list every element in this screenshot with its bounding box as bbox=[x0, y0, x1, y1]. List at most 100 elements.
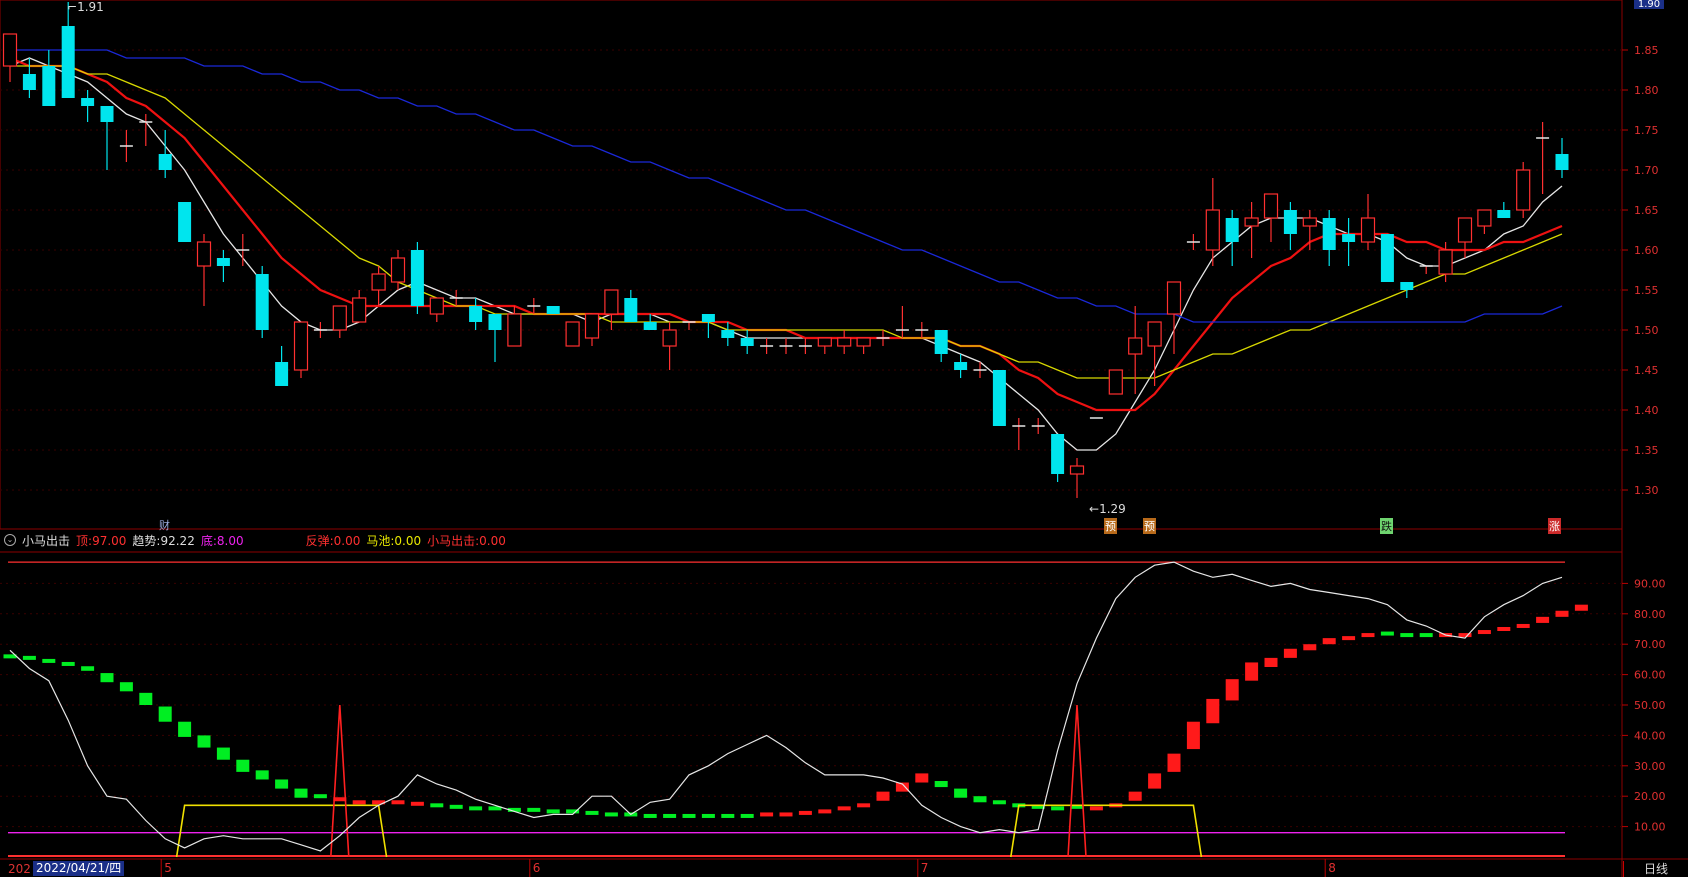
candle bbox=[682, 321, 696, 330]
param-rebound-value: 0.00 bbox=[333, 533, 361, 548]
candle bbox=[1516, 162, 1531, 218]
low-marker: ←1.29 bbox=[1089, 502, 1126, 516]
event-label-forecast-2[interactable]: 预 bbox=[1143, 518, 1156, 534]
candle bbox=[1012, 418, 1026, 450]
trend-block bbox=[449, 804, 463, 809]
trend-block bbox=[333, 797, 347, 802]
candle-body-down bbox=[934, 330, 948, 354]
candle-body-up bbox=[390, 257, 406, 283]
candle-body-down bbox=[701, 314, 715, 322]
candle-body-down bbox=[158, 154, 172, 170]
candle-body-down bbox=[100, 106, 114, 122]
candle bbox=[1302, 210, 1317, 250]
indicator-tick-label: 70.00 bbox=[1634, 638, 1666, 651]
param-bottom: 底:8.00 bbox=[201, 532, 244, 549]
price-tick-label: 1.35 bbox=[1634, 444, 1659, 457]
indicator-title[interactable]: 小马出击 bbox=[22, 532, 70, 549]
candle bbox=[565, 321, 580, 347]
candle-body-down bbox=[1400, 282, 1414, 290]
trend-block bbox=[876, 791, 890, 801]
candle bbox=[293, 321, 309, 378]
candle-body-down bbox=[1497, 210, 1511, 218]
indicator-tick-label: 40.00 bbox=[1634, 729, 1666, 742]
candle bbox=[817, 337, 832, 354]
candle-body-up bbox=[332, 305, 347, 331]
candle-body-up bbox=[1457, 217, 1473, 243]
price-panel-grid bbox=[0, 0, 1623, 877]
candle-body-up bbox=[1166, 281, 1182, 315]
param-top: 顶:97.00 bbox=[76, 532, 126, 549]
trend-block bbox=[236, 759, 250, 772]
trend-block bbox=[275, 779, 289, 789]
rebound-spike bbox=[330, 704, 350, 858]
candle bbox=[1555, 138, 1569, 178]
trend-block bbox=[119, 682, 133, 692]
candle-body-up bbox=[817, 337, 832, 347]
indicator-gridlines bbox=[0, 582, 1622, 828]
indicator-header: ⌄ 小马出击 顶:97.00 趋势:92.22 底:8.00 反弹:0.00 马… bbox=[4, 531, 506, 549]
candle-body-up bbox=[429, 297, 444, 315]
candle-body-up bbox=[856, 337, 871, 347]
trend-block bbox=[1225, 679, 1239, 701]
candle bbox=[1457, 217, 1473, 258]
trend-block bbox=[1342, 636, 1356, 641]
ma-blue-line bbox=[10, 49, 1563, 323]
candle bbox=[81, 90, 95, 122]
candle-body-down bbox=[1051, 434, 1065, 474]
indicator-series bbox=[3, 561, 1588, 858]
candle bbox=[973, 362, 987, 378]
period-label[interactable]: 日线 bbox=[1623, 861, 1688, 877]
current-price-box: 1.90 bbox=[1634, 0, 1664, 10]
candle-body-up bbox=[2, 33, 18, 67]
candle bbox=[1477, 209, 1492, 234]
candle bbox=[740, 330, 754, 354]
candle bbox=[1225, 210, 1239, 266]
param-attack-value: 0.00 bbox=[479, 533, 506, 548]
stock-chart[interactable]: 1.85 1.80 1.75 1.70 1.65 1.60 1.55 1.50 1.45 1.40… bbox=[0, 0, 1688, 877]
trend-block bbox=[954, 788, 968, 798]
candle-body-up bbox=[1128, 337, 1143, 355]
trend-block bbox=[255, 770, 269, 780]
trend-block bbox=[1497, 627, 1511, 631]
candle bbox=[1536, 122, 1550, 194]
event-label-forecast-1[interactable]: 预 bbox=[1104, 518, 1117, 534]
trend-block bbox=[1574, 604, 1588, 611]
event-label-fall[interactable]: 跌 bbox=[1380, 518, 1393, 534]
candle-body-down bbox=[1555, 154, 1569, 170]
price-tick-label: 1.50 bbox=[1634, 324, 1659, 337]
indicator-tick-label: 80.00 bbox=[1634, 608, 1666, 621]
candle bbox=[662, 322, 677, 370]
candle-body-down bbox=[216, 258, 230, 266]
trend-block bbox=[1167, 753, 1181, 772]
trend-block bbox=[42, 658, 56, 663]
candle-body-up bbox=[293, 321, 309, 371]
candle-body-down bbox=[410, 250, 424, 306]
candle-body-up bbox=[565, 321, 580, 347]
candle bbox=[1400, 282, 1414, 298]
candle-body-down bbox=[643, 322, 657, 330]
trend-block bbox=[430, 803, 444, 808]
candle bbox=[158, 130, 172, 178]
indicator-collapse-icon[interactable]: ⌄ bbox=[4, 534, 16, 546]
candle-body-up bbox=[1360, 217, 1376, 243]
indicator-tick-label: 50.00 bbox=[1634, 699, 1666, 712]
trend-block bbox=[701, 813, 715, 818]
candle-body-up bbox=[1302, 217, 1317, 227]
trend-block bbox=[1380, 631, 1394, 636]
candle bbox=[701, 314, 715, 338]
candle bbox=[584, 313, 600, 346]
trend-block bbox=[61, 661, 75, 666]
trend-block bbox=[216, 747, 230, 760]
indicator-tick-label: 90.00 bbox=[1634, 577, 1666, 590]
event-label-rise[interactable]: 涨 bbox=[1548, 518, 1561, 534]
param-top-key: 顶: bbox=[76, 533, 93, 548]
param-rebound: 反弹:0.00 bbox=[306, 532, 361, 549]
indicator-y-axis: 90.00 80.00 70.00 60.00 50.00 40.00 30.00 20.00… bbox=[1622, 577, 1666, 834]
trend-block bbox=[178, 721, 192, 737]
month-label: 6 bbox=[533, 861, 541, 875]
candle bbox=[313, 322, 327, 338]
candle bbox=[429, 297, 444, 322]
trend-block bbox=[81, 666, 95, 671]
candle-body-down bbox=[1342, 234, 1356, 242]
candle bbox=[61, 2, 75, 98]
